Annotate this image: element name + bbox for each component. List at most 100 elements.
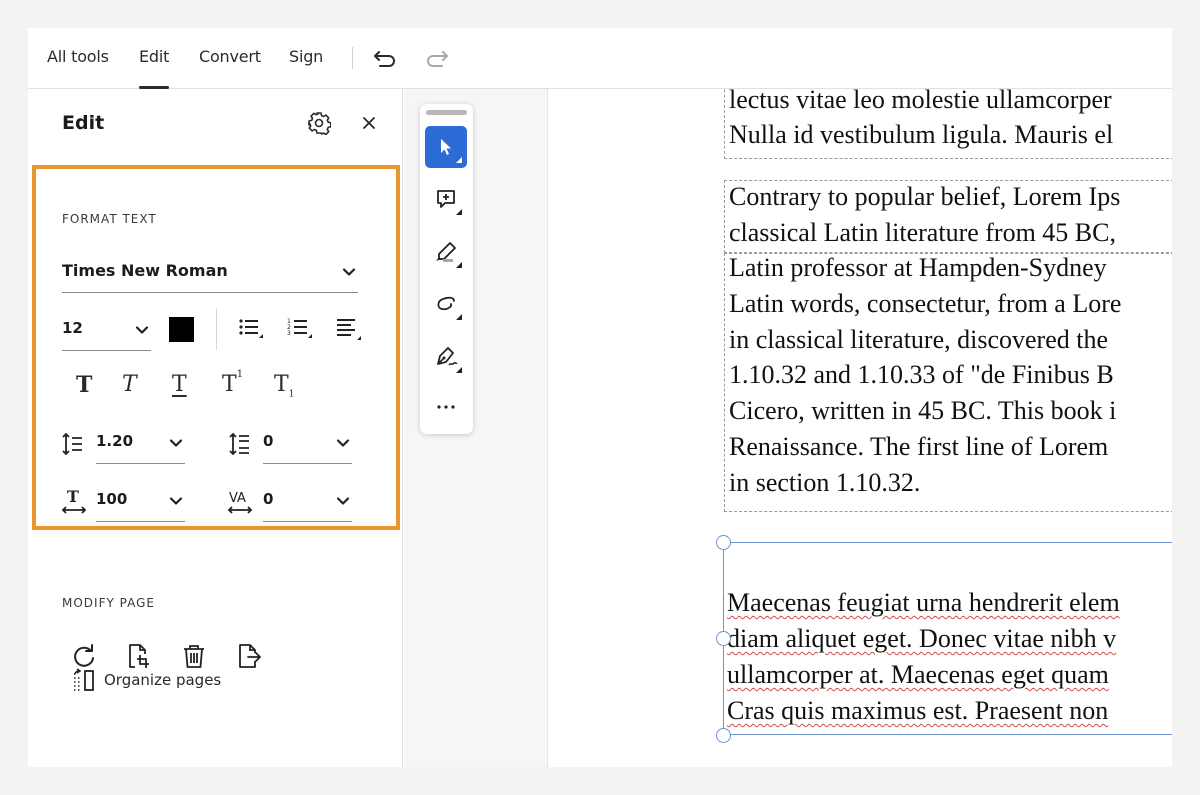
line-spacing-icon: [62, 432, 82, 456]
superscript-mark: 1: [236, 368, 244, 380]
submenu-indicator: [456, 367, 462, 373]
select-tool-button[interactable]: [425, 126, 467, 168]
tab-all-tools[interactable]: All tools: [47, 47, 109, 66]
redo-button[interactable]: [424, 46, 450, 70]
text-line: Cras quis maximus est. Praesent non: [727, 696, 1109, 725]
paragraph-spacing-value: 0: [263, 432, 274, 450]
close-icon: [363, 117, 375, 129]
line-spacing-dropdown[interactable]: 1.20: [96, 426, 185, 464]
text-line: diam aliquet eget. Donec vitae nibh v: [727, 624, 1117, 653]
resize-handle-bottom-left[interactable]: [716, 728, 731, 743]
paragraph-spacing-icon-wrap: [227, 431, 253, 457]
tab-convert[interactable]: Convert: [199, 47, 261, 66]
horizontal-scale-dropdown[interactable]: 100: [96, 484, 185, 522]
extract-button[interactable]: [235, 641, 263, 671]
add-comment-icon: [437, 190, 455, 208]
tab-sign[interactable]: Sign: [289, 47, 323, 66]
text-line: 1.10.32 and 1.10.33 of "de Finibus B: [729, 360, 1114, 389]
horizontal-scale-value: 100: [96, 490, 128, 508]
text-line: Renaissance. The first line of Lorem: [729, 432, 1109, 461]
top-bar: All tools Edit Convert Sign: [28, 28, 1172, 89]
canvas-area: [404, 89, 548, 767]
horizontal-scale-icon-wrap: T: [60, 487, 88, 517]
text-color-swatch[interactable]: [169, 317, 194, 342]
numbered-list-icon: 1 2 3: [287, 318, 312, 338]
resize-handle-middle-left[interactable]: [716, 631, 731, 646]
align-left-icon: [337, 319, 361, 340]
submenu-indicator: [456, 262, 462, 268]
text-block[interactable]: Contrary to popular belief, Lorem Ips cl…: [724, 180, 1172, 253]
organize-pages-label: Organize pages: [104, 671, 222, 689]
text-line: Latin words, consectetur, from a Lore: [729, 289, 1122, 318]
crop-button[interactable]: [125, 641, 153, 671]
chevron-down-icon: [135, 326, 149, 334]
edit-panel: Edit FORMAT TEXT Times New Roman 12 1 2 …: [28, 89, 403, 767]
text-line: Contrary to popular belief, Lorem Ips: [729, 182, 1121, 211]
more-tools-button[interactable]: [425, 386, 467, 428]
chevron-down-icon: [342, 268, 356, 276]
modify-page-label: MODIFY PAGE: [62, 596, 155, 610]
bulleted-list-button[interactable]: [236, 315, 268, 345]
chevron-down-icon: [336, 497, 350, 505]
superscript-label: T: [222, 372, 237, 397]
pen-sign-icon: [437, 347, 458, 366]
text-line: Cicero, written in 45 BC. This book i: [729, 396, 1117, 425]
char-spacing-dropdown[interactable]: 0: [263, 484, 352, 522]
trash-icon: [184, 645, 204, 668]
subscript-button[interactable]: T1: [274, 372, 294, 399]
text-line: Maecenas feugiat urna hendrerit elem: [727, 588, 1120, 617]
text-block[interactable]: lectus vitae leo molestie ullamcorper Nu…: [724, 89, 1172, 159]
submenu-indicator: [456, 157, 462, 163]
submenu-indicator: [456, 209, 462, 215]
redo-icon: [427, 51, 448, 67]
gear-icon: [308, 112, 332, 136]
align-button[interactable]: [334, 315, 366, 345]
resize-handle-top-left[interactable]: [716, 535, 731, 550]
rotate-button[interactable]: [70, 643, 98, 671]
settings-button[interactable]: [307, 111, 332, 136]
delete-button[interactable]: [180, 642, 208, 670]
text-line: Nulla id vestibulum ligula. Mauris el: [729, 120, 1114, 149]
line-spacing-icon-wrap: [60, 431, 86, 457]
text-line: ullamcorper at. Maecenas eget quam: [727, 660, 1109, 689]
app-window: All tools Edit Convert Sign Edit FORMAT …: [28, 28, 1172, 767]
superscript-button[interactable]: T1: [222, 368, 244, 397]
numbered-list-button[interactable]: 1 2 3: [285, 315, 317, 345]
highlight-tool-button[interactable]: [425, 231, 467, 273]
undo-icon: [374, 51, 395, 67]
selected-text-block[interactable]: Maecenas feugiat urna hendrerit elem dia…: [723, 542, 1172, 735]
tab-edit[interactable]: Edit: [139, 47, 169, 89]
text-line: Latin professor at Hampden-Sydney: [729, 253, 1107, 282]
organize-pages-icon: [74, 668, 94, 691]
text-line: in classical literature, discovered the: [729, 325, 1109, 354]
add-comment-tool-button[interactable]: [425, 178, 467, 220]
text-block[interactable]: Latin professor at Hampden-Sydney Latin …: [724, 253, 1172, 512]
toolbar-drag-handle[interactable]: [426, 110, 467, 115]
bold-button[interactable]: T: [76, 372, 92, 398]
sign-tool-button[interactable]: [425, 336, 467, 378]
chevron-down-icon: [336, 439, 350, 447]
freehand-draw-icon: [437, 296, 455, 311]
font-family-dropdown[interactable]: Times New Roman: [62, 253, 358, 293]
bulleted-list-icon: [239, 319, 263, 338]
draw-tool-button[interactable]: [425, 283, 467, 325]
undo-button[interactable]: [372, 46, 398, 70]
document-page: lectus vitae leo molestie ullamcorper Nu…: [549, 89, 1172, 767]
italic-button[interactable]: T: [122, 372, 137, 397]
toolbar-divider: [352, 47, 353, 69]
chevron-down-icon: [169, 497, 183, 505]
format-text-label: FORMAT TEXT: [62, 212, 157, 226]
organize-pages-button[interactable]: Organize pages: [72, 668, 221, 692]
cursor-arrow-icon: [441, 139, 451, 155]
font-size-dropdown[interactable]: 12: [62, 313, 151, 351]
paragraph-spacing-dropdown[interactable]: 0: [263, 426, 352, 464]
underline-button[interactable]: T: [172, 372, 187, 397]
svg-text:VA: VA: [229, 491, 246, 506]
svg-text:3: 3: [287, 330, 291, 337]
chevron-down-icon: [169, 439, 183, 447]
char-spacing-value: 0: [263, 490, 274, 508]
close-panel-button[interactable]: [359, 113, 379, 133]
crop-icon: [129, 644, 149, 668]
svg-text:T: T: [67, 487, 79, 506]
text-line: classical Latin literature from 45 BC,: [729, 218, 1116, 247]
